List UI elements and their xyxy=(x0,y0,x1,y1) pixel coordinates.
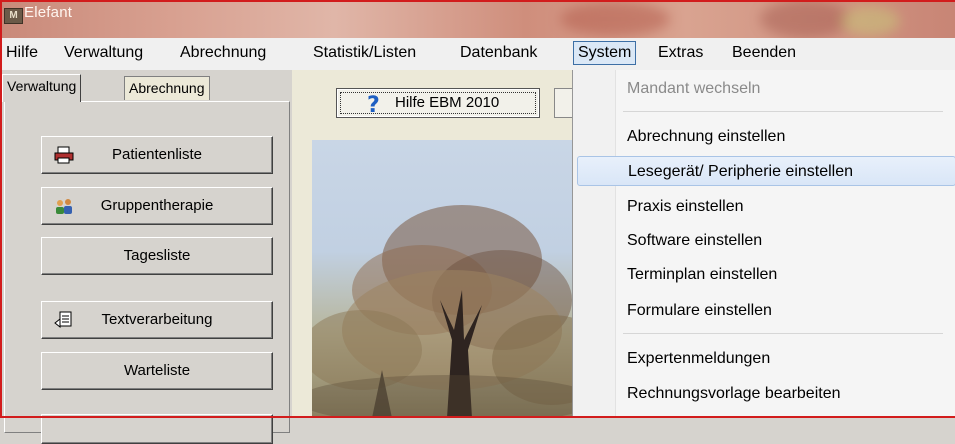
menu-verwaltung[interactable]: Verwaltung xyxy=(60,42,147,64)
patientenliste-label: Patientenliste xyxy=(111,146,203,163)
menu-item-software-einstellen[interactable]: Software einstellen xyxy=(577,226,955,256)
menu-datenbank[interactable]: Datenbank xyxy=(456,42,541,64)
title-decoration xyxy=(760,0,850,38)
menu-separator xyxy=(623,333,943,334)
menu-item-praxis-einstellen[interactable]: Praxis einstellen xyxy=(577,192,955,222)
menu-item-rechnungsvorlage-bearbeiten[interactable]: Rechnungsvorlage bearbeiten xyxy=(577,379,955,409)
hilfe-ebm-2010-button[interactable]: ? Hilfe EBM 2010 xyxy=(336,88,540,118)
menu-item-mandant-wechseln[interactable]: Mandant wechseln xyxy=(577,74,955,104)
warteliste-label: Warteliste xyxy=(123,362,191,379)
tagesliste-button[interactable]: Tagesliste xyxy=(41,237,273,275)
left-panel: Verwaltung Abrechnung Patientenliste Gru… xyxy=(0,70,292,444)
main-area: ? Hilfe EBM 2010 xyxy=(292,70,584,418)
title-bar[interactable]: M Elefant xyxy=(0,0,955,38)
app-icon: M xyxy=(4,8,23,24)
svg-text:?: ? xyxy=(367,93,380,115)
textverarbeitung-label: Textverarbeitung xyxy=(101,311,213,328)
gruppentherapie-button[interactable]: Gruppentherapie xyxy=(41,187,273,225)
patientenliste-button[interactable]: Patientenliste xyxy=(41,136,273,174)
menu-abrechnung[interactable]: Abrechnung xyxy=(176,42,270,64)
menu-system[interactable]: System xyxy=(573,41,637,65)
menu-item-abrechnung-einstellen[interactable]: Abrechnung einstellen xyxy=(577,122,955,152)
warteliste-button[interactable]: Warteliste xyxy=(41,352,273,390)
menu-item-formulare-einstellen[interactable]: Formulare einstellen xyxy=(577,296,955,326)
tab-page-verwaltung: Patientenliste Gruppentherapie Tageslist… xyxy=(4,101,290,444)
menu-extras[interactable]: Extras xyxy=(654,42,707,64)
document-icon xyxy=(54,311,72,329)
menu-item-expertenmeldungen[interactable]: Expertenmeldungen xyxy=(577,344,955,374)
title-decoration xyxy=(560,2,670,36)
menu-statistik-listen[interactable]: Statistik/Listen xyxy=(309,42,420,64)
menu-bar: Hilfe Verwaltung Abrechnung Statistik/Li… xyxy=(0,38,955,71)
menu-separator xyxy=(623,111,943,112)
menu-beenden[interactable]: Beenden xyxy=(728,42,800,64)
menu-item-lesegeraet-peripherie[interactable]: Lesegerät/ Peripherie einstellen xyxy=(577,156,955,186)
menu-item-terminplan-einstellen[interactable]: Terminplan einstellen xyxy=(577,260,955,290)
title-decoration xyxy=(840,6,900,36)
group-icon xyxy=(56,199,72,214)
tab-abrechnung[interactable]: Abrechnung xyxy=(124,76,210,100)
gruppentherapie-label: Gruppentherapie xyxy=(100,197,214,214)
tree-picture xyxy=(312,205,582,418)
tagesliste-label: Tagesliste xyxy=(123,247,191,264)
question-mark-icon: ? xyxy=(367,93,380,115)
hilfe-ebm-2010-label: Hilfe EBM 2010 xyxy=(395,94,500,111)
menu-hilfe[interactable]: Hilfe xyxy=(2,42,42,64)
system-dropdown-menu: Mandant wechseln Abrechnung einstellen L… xyxy=(572,70,955,418)
background-photo xyxy=(312,140,582,418)
tab-verwaltung[interactable]: Verwaltung xyxy=(2,74,82,102)
printer-icon xyxy=(54,146,74,164)
textverarbeitung-button[interactable]: Textverarbeitung xyxy=(41,301,273,339)
window-title: Elefant xyxy=(24,4,73,21)
next-nav-button[interactable] xyxy=(41,414,273,444)
